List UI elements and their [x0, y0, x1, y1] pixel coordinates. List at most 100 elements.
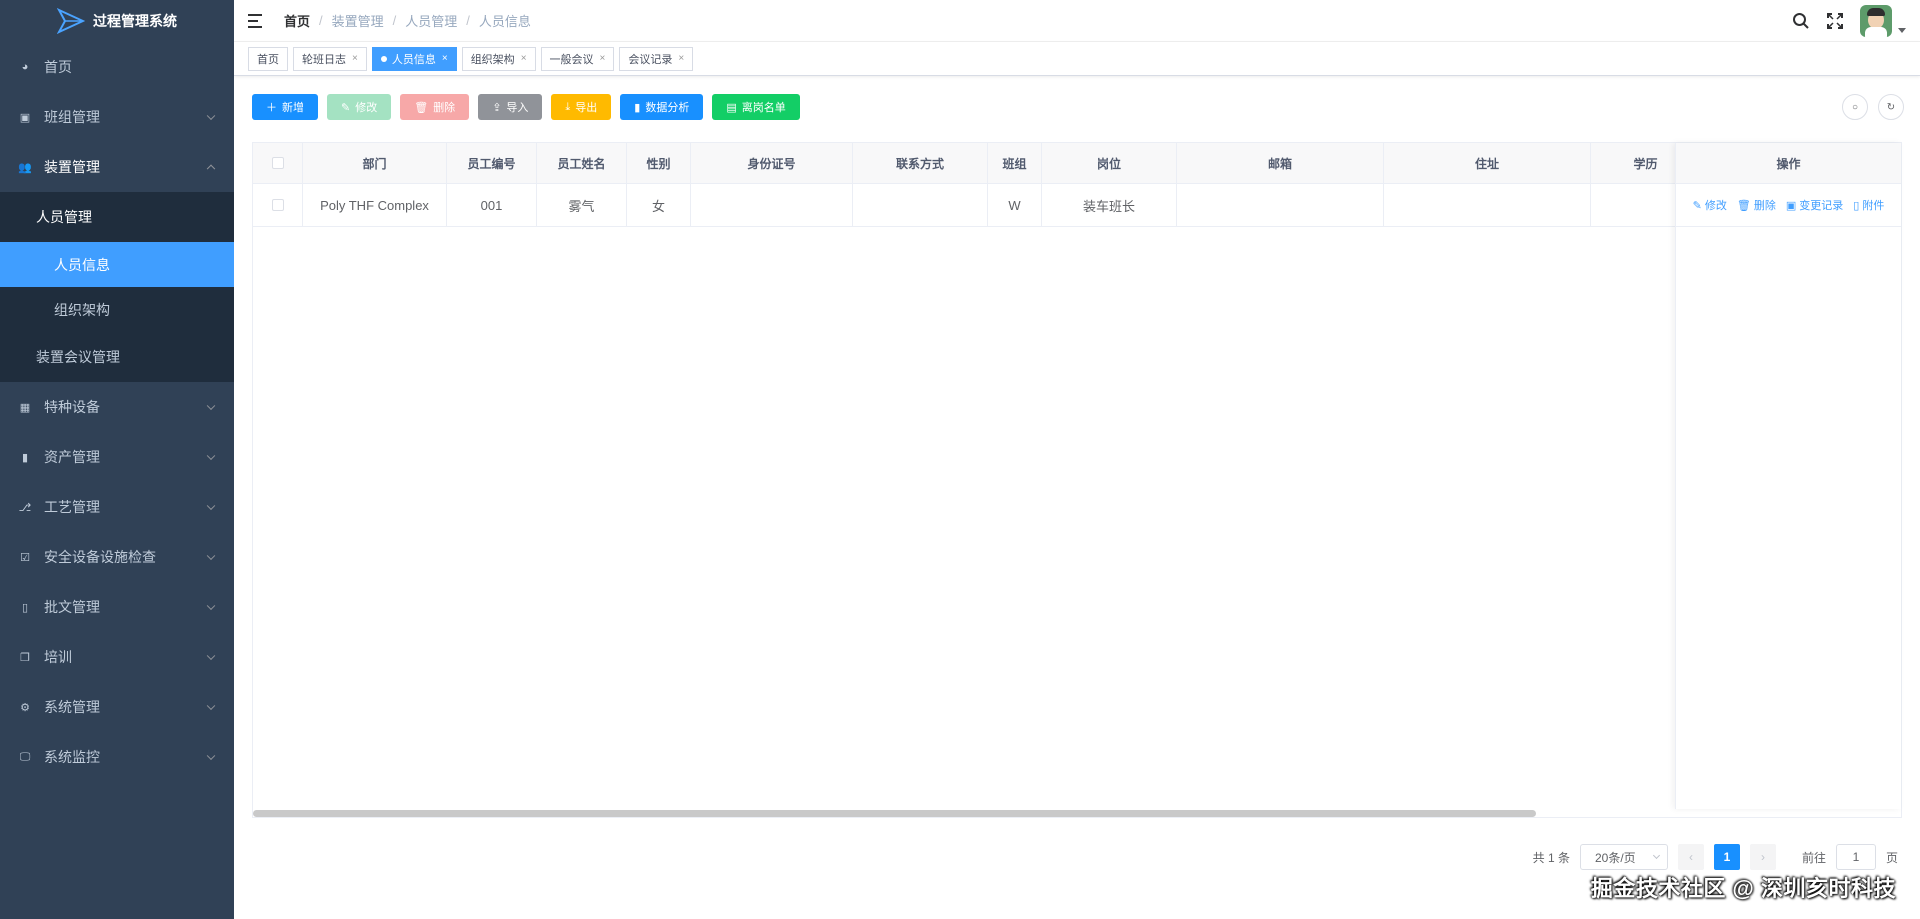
row-edit-button[interactable]: ✎ 修改 — [1693, 197, 1727, 213]
table-header: 部门 员工编号 员工姓名 性别 身份证号 联系方式 班组 岗位 邮箱 住址 学历 — [253, 143, 1901, 184]
close-icon[interactable]: × — [678, 53, 684, 64]
sidebar-item-approval[interactable]: ▯ 批文管理 — [0, 582, 234, 632]
tag-label: 首页 — [257, 53, 279, 66]
goto-page-input[interactable]: 1 — [1835, 844, 1876, 870]
tag-meeting-record[interactable]: 会议记录 × — [619, 46, 694, 71]
sidebar-item-safety[interactable]: ☑ 安全设备设施检查 — [0, 532, 234, 582]
sidebar-item-special-equipment[interactable]: ▦ 特种设备 — [0, 382, 234, 432]
breadcrumb-item[interactable]: 首页 — [284, 11, 310, 30]
sidebar-item-device[interactable]: 👥 装置管理 — [0, 142, 234, 192]
add-button[interactable]: ＋ 新增 — [252, 94, 318, 120]
row-history-label: 变更记录 — [1799, 200, 1844, 212]
caret-down-icon[interactable] — [1898, 27, 1906, 33]
bar-chart-icon: ▮ — [21, 451, 29, 464]
hamburger-icon[interactable] — [248, 13, 264, 28]
sidebar-item-org[interactable]: 组织架构 — [0, 287, 234, 332]
header-cell[interactable]: 部门 — [303, 143, 447, 183]
avatar[interactable] — [1860, 5, 1892, 37]
data-analysis-button[interactable]: ▮ 数据分析 — [620, 94, 704, 120]
table-cell — [853, 184, 988, 226]
process-icon: ⎇ — [18, 501, 32, 514]
checkbox-icon: ☑ — [20, 551, 30, 564]
header-cell[interactable]: 岗位 — [1042, 143, 1177, 183]
sidebar-item-label: 装置管理 — [44, 159, 100, 175]
select-all-checkbox[interactable] — [271, 157, 284, 169]
navbar: 首页 / 装置管理 / 人员管理 / 人员信息 — [234, 0, 1920, 42]
sidebar-item-system[interactable]: ⚙ 系统管理 — [0, 682, 234, 732]
tag-label: 组织架构 — [470, 53, 515, 66]
header-cell[interactable]: 员工编号 — [447, 143, 537, 183]
chevron-down-icon — [206, 751, 216, 761]
sidebar-item-assets[interactable]: ▮ 资产管理 — [0, 432, 234, 482]
chevron-down-icon — [206, 401, 216, 411]
sidebar-item-personnel-info[interactable]: 人员信息 — [0, 242, 234, 287]
horizontal-scrollbar[interactable] — [253, 810, 1536, 817]
close-icon[interactable]: × — [521, 53, 527, 64]
chevron-left-icon: ‹ — [1688, 850, 1693, 864]
sidebar-item-team[interactable]: ▣ 班组管理 — [0, 92, 234, 142]
sidebar-item-training[interactable]: ❐ 培训 — [0, 632, 234, 682]
sidebar-item-label: 人员信息 — [54, 256, 110, 273]
row-history-button[interactable]: ▣ 变更记录 — [1786, 197, 1843, 213]
close-icon[interactable]: × — [442, 53, 448, 64]
tag-general-meeting[interactable]: 一般会议 × — [540, 46, 615, 71]
edit-icon: ✎ — [1692, 199, 1702, 212]
bar-chart-icon: ▮ — [634, 101, 641, 114]
header-cell[interactable]: 邮箱 — [1177, 143, 1384, 183]
sidebar-item-label: 装置会议管理 — [36, 349, 120, 365]
close-icon[interactable]: × — [352, 53, 358, 64]
header-cell[interactable]: 性别 — [627, 143, 691, 183]
action-cell: ✎ 修改 🗑 删除 ▣ 变更记录 ▯ 附件 — [1676, 184, 1901, 227]
export-button[interactable]: ⤓ 导出 — [551, 94, 612, 120]
refresh-button[interactable]: ↻ — [1878, 94, 1904, 120]
delete-button[interactable]: 🗑 删除 — [400, 94, 470, 120]
edit-button[interactable]: ✎ 修改 — [327, 94, 392, 120]
table-cell — [691, 184, 853, 226]
row-delete-button[interactable]: 🗑 删除 — [1737, 197, 1776, 213]
row-attach-button[interactable]: ▯ 附件 — [1853, 197, 1884, 213]
sidebar-item-label: 班组管理 — [44, 109, 100, 125]
header-cell[interactable]: 联系方式 — [853, 143, 988, 183]
search-icon[interactable] — [1792, 12, 1810, 30]
breadcrumb: 首页 / 装置管理 / 人员管理 / 人员信息 — [284, 11, 531, 30]
sidebar-item-monitor[interactable]: 🖵 系统监控 — [0, 732, 234, 782]
sidebar-item-meeting[interactable]: 装置会议管理 — [0, 332, 234, 382]
tag-home[interactable]: 首页 — [248, 46, 288, 71]
table-cell: W — [988, 184, 1042, 226]
page-size-select[interactable]: 20条/页 — [1579, 844, 1668, 870]
header-cell[interactable]: 身份证号 — [691, 143, 853, 183]
prev-page-button[interactable]: ‹ — [1677, 844, 1704, 870]
logo[interactable]: 过程管理系统 — [0, 0, 234, 42]
import-button[interactable]: ⇪ 导入 — [478, 94, 543, 120]
row-checkbox[interactable] — [271, 199, 284, 211]
close-icon[interactable]: × — [600, 53, 606, 64]
tag-personnel-info[interactable]: 人员信息 × — [371, 46, 457, 71]
table-cell: 装车班长 — [1042, 184, 1177, 226]
team-icon: ▣ — [19, 111, 31, 124]
header-cell[interactable]: 员工姓名 — [537, 143, 627, 183]
fullscreen-icon[interactable] — [1826, 12, 1844, 30]
table-cell: 雾气 — [537, 184, 627, 226]
table-row[interactable]: Poly THF Complex 001 雾气 女 W 装车班长 — [253, 184, 1901, 227]
goto-prefix: 前往 — [1801, 850, 1826, 865]
search-icon: ○ — [1851, 101, 1859, 113]
header-cell[interactable]: 班组 — [988, 143, 1042, 183]
sidebar-item-home[interactable]: ◕ 首页 — [0, 42, 234, 92]
page-number-current[interactable]: 1 — [1713, 844, 1740, 870]
table-cell: 001 — [447, 184, 537, 226]
tag-shift-log[interactable]: 轮班日志 × — [293, 46, 367, 71]
tag-label: 轮班日志 — [302, 53, 346, 66]
sidebar-item-personnel[interactable]: 人员管理 — [0, 192, 234, 242]
sidebar-item-process[interactable]: ⎇ 工艺管理 — [0, 482, 234, 532]
search-toggle-button[interactable]: ○ — [1842, 94, 1868, 120]
sidebar-item-label: 批文管理 — [44, 599, 100, 615]
tag-org[interactable]: 组织架构 × — [461, 46, 536, 71]
row-attach-label: 附件 — [1862, 200, 1885, 212]
logo-icon — [57, 8, 85, 34]
header-cell[interactable]: 住址 — [1384, 143, 1591, 183]
roster-button[interactable]: ▤ 离岗名单 — [712, 94, 800, 120]
chevron-down-icon — [206, 601, 216, 611]
sidebar-item-label: 人员管理 — [36, 209, 92, 225]
sidebar-item-label: 工艺管理 — [44, 499, 100, 515]
next-page-button[interactable]: › — [1749, 844, 1776, 870]
